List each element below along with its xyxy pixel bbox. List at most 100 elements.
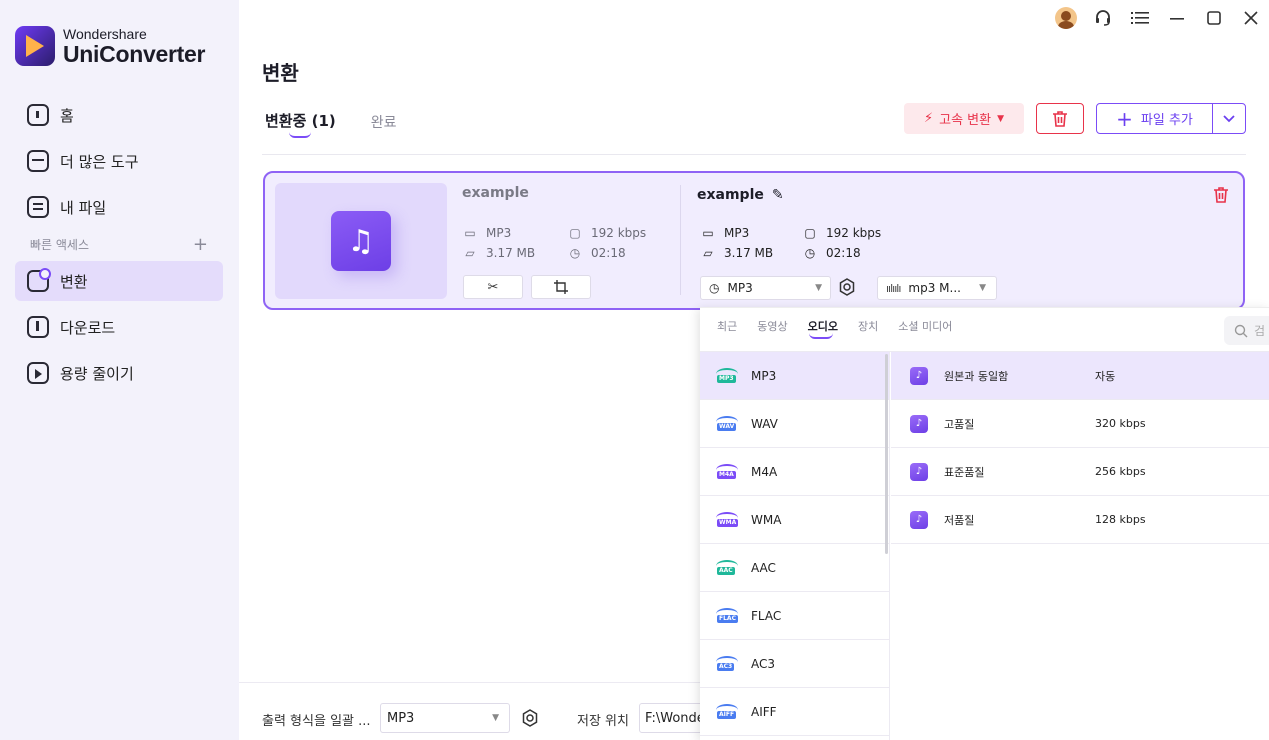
sidebar-item-label: 내 파일 xyxy=(60,198,107,217)
format-item-wma[interactable]: WMA WMA xyxy=(700,496,889,544)
sidebar-item-convert[interactable]: 변환 xyxy=(15,261,223,301)
edit-icon[interactable]: ✎ xyxy=(772,187,784,203)
output-format-select[interactable]: ◷ MP3 ▼ xyxy=(700,276,831,300)
fast-convert-label: 고속 변환 xyxy=(939,113,992,128)
tab-label: 장치 xyxy=(858,320,879,333)
minimize-button[interactable] xyxy=(1158,0,1195,36)
tab-device[interactable]: 장치 xyxy=(858,318,878,334)
headset-icon xyxy=(1095,10,1110,26)
quality-bitrate: 320 kbps xyxy=(1095,417,1146,430)
source-format-value: MP3 xyxy=(486,226,512,240)
caret-down-icon: ▼ xyxy=(997,113,1005,124)
format-settings-button[interactable] xyxy=(838,278,856,300)
header-divider xyxy=(262,154,1246,155)
music-note-icon: ♪ xyxy=(910,462,928,481)
format-item-wav[interactable]: WAV WAV xyxy=(700,400,889,448)
quality-item-high[interactable]: ♪ 고품질 320 kbps xyxy=(891,400,1269,448)
source-duration: ◷ 02:18 xyxy=(567,246,626,260)
wav-format-icon: WAV xyxy=(716,414,738,434)
save-location-field[interactable]: F:\Wondershare UniConverter xyxy=(639,703,709,733)
tab-label: 최근 xyxy=(717,320,738,333)
quality-value: mp3 M... xyxy=(908,281,961,295)
quality-select[interactable]: ıılıılı mp3 M... ▼ xyxy=(877,276,997,300)
folder-icon: ▱ xyxy=(465,246,475,260)
tab-label: 오디오 xyxy=(807,320,838,333)
account-button[interactable] xyxy=(1047,0,1084,36)
tab-completed[interactable]: 완료 xyxy=(371,112,397,132)
quality-name: 표준품질 xyxy=(944,465,985,479)
app-logo: Wondershare UniConverter xyxy=(15,26,205,66)
format-item-aiff[interactable]: AIFF AIFF xyxy=(700,688,889,736)
fast-convert-button[interactable]: ⚡ 고속 변환 ▼ xyxy=(904,103,1024,134)
tab-converting[interactable]: 변환중 (1) xyxy=(265,110,336,138)
add-quick-access-icon[interactable]: + xyxy=(193,234,208,255)
add-file-button[interactable]: + 파일 추가 xyxy=(1097,104,1213,133)
download-icon xyxy=(27,316,49,338)
music-note-icon: ♫ xyxy=(331,211,391,271)
compress-icon xyxy=(27,362,49,384)
format-list-scrollbar[interactable] xyxy=(885,354,888,554)
quality-item-low[interactable]: ♪ 저품질 128 kbps xyxy=(891,496,1269,544)
sidebar-item-compress[interactable]: 용량 줄이기 xyxy=(15,353,223,393)
remove-file-button[interactable] xyxy=(1213,186,1229,208)
format-name: WAV xyxy=(751,416,778,431)
m4a-format-icon: M4A xyxy=(716,462,738,482)
quality-name: 저품질 xyxy=(944,513,975,527)
batch-settings-button[interactable] xyxy=(521,709,539,731)
sidebar: Wondershare UniConverter 홈 더 많은 도구 내 파일 … xyxy=(0,0,239,740)
format-item-aac[interactable]: AAC AAC xyxy=(700,544,889,592)
tab-recent[interactable]: 최근 xyxy=(717,318,737,334)
gear-icon xyxy=(839,278,855,296)
sidebar-item-download[interactable]: 다운로드 xyxy=(15,307,223,347)
quality-item-original[interactable]: ♪ 원본과 동일함 자동 xyxy=(891,352,1269,400)
audio-wave-icon: ıılıılı xyxy=(886,281,901,295)
delete-all-button[interactable] xyxy=(1036,103,1084,134)
file-card[interactable]: ♫ example ▭ MP3 ▢ 192 kbps ▱ 3.17 MB ◷ 0… xyxy=(263,171,1245,310)
trash-icon xyxy=(1053,110,1067,127)
flac-format-icon: FLAC xyxy=(716,606,738,626)
caret-down-icon: ▼ xyxy=(492,713,499,723)
clock-icon: ◷ xyxy=(804,246,816,260)
music-note-icon: ♪ xyxy=(910,414,928,433)
target-size: ▱ 3.17 MB xyxy=(700,246,773,260)
sidebar-item-home[interactable]: 홈 xyxy=(15,95,223,135)
format-search-input[interactable]: 검 xyxy=(1224,316,1269,345)
brand-small: Wondershare xyxy=(63,25,147,42)
toolbox-icon xyxy=(27,150,49,172)
batch-output-format-select[interactable]: MP3 ▼ xyxy=(380,703,510,733)
file-thumbnail: ♫ xyxy=(275,183,447,299)
maximize-button[interactable] xyxy=(1195,0,1232,36)
tab-social-media[interactable]: 소셜 미디어 xyxy=(898,318,952,334)
video-camera-icon: ▭ xyxy=(702,226,714,240)
mp3-format-icon: MP3 xyxy=(716,366,738,386)
format-item-m4a[interactable]: M4A M4A xyxy=(700,448,889,496)
target-format: ▭ MP3 xyxy=(700,226,749,240)
target-duration-value: 02:18 xyxy=(826,246,861,260)
menu-button[interactable] xyxy=(1121,0,1158,36)
sidebar-item-label: 용량 줄이기 xyxy=(60,364,134,383)
sidebar-item-more-tools[interactable]: 더 많은 도구 xyxy=(15,141,223,181)
crop-button[interactable] xyxy=(531,275,591,299)
format-item-mp3[interactable]: MP3 MP3 xyxy=(700,352,889,400)
output-format-value: MP3 xyxy=(727,281,753,295)
format-dropdown-panel: 최근 동영상 오디오 장치 소셜 미디어 검 MP3 MP3 WAV WAV M… xyxy=(700,307,1269,740)
target-format-value: MP3 xyxy=(724,226,750,240)
trim-button[interactable]: ✂ xyxy=(463,275,523,299)
plus-icon: + xyxy=(1116,106,1133,131)
format-item-ac3[interactable]: AC3 AC3 xyxy=(700,640,889,688)
storage-icon: ▢ xyxy=(569,226,581,240)
sidebar-item-label: 더 많은 도구 xyxy=(60,152,139,171)
format-item-flac[interactable]: FLAC FLAC xyxy=(700,592,889,640)
sidebar-item-my-files[interactable]: 내 파일 xyxy=(15,187,223,227)
tab-video[interactable]: 동영상 xyxy=(757,318,787,334)
close-icon xyxy=(1243,11,1258,25)
quality-item-standard[interactable]: ♪ 표준품질 256 kbps xyxy=(891,448,1269,496)
tab-audio[interactable]: 오디오 xyxy=(807,318,838,339)
output-format-label: 출력 형식을 일괄 ... xyxy=(262,714,371,729)
target-bitrate: ▢ 192 kbps xyxy=(802,226,881,240)
close-button[interactable] xyxy=(1232,0,1269,36)
support-button[interactable] xyxy=(1084,0,1121,36)
source-bitrate: ▢ 192 kbps xyxy=(567,226,646,240)
sidebar-nav: 홈 더 많은 도구 내 파일 빠른 액세스 + 변환 다운로드 용량 줄이기 xyxy=(15,95,223,399)
add-file-dropdown-button[interactable] xyxy=(1213,104,1245,133)
